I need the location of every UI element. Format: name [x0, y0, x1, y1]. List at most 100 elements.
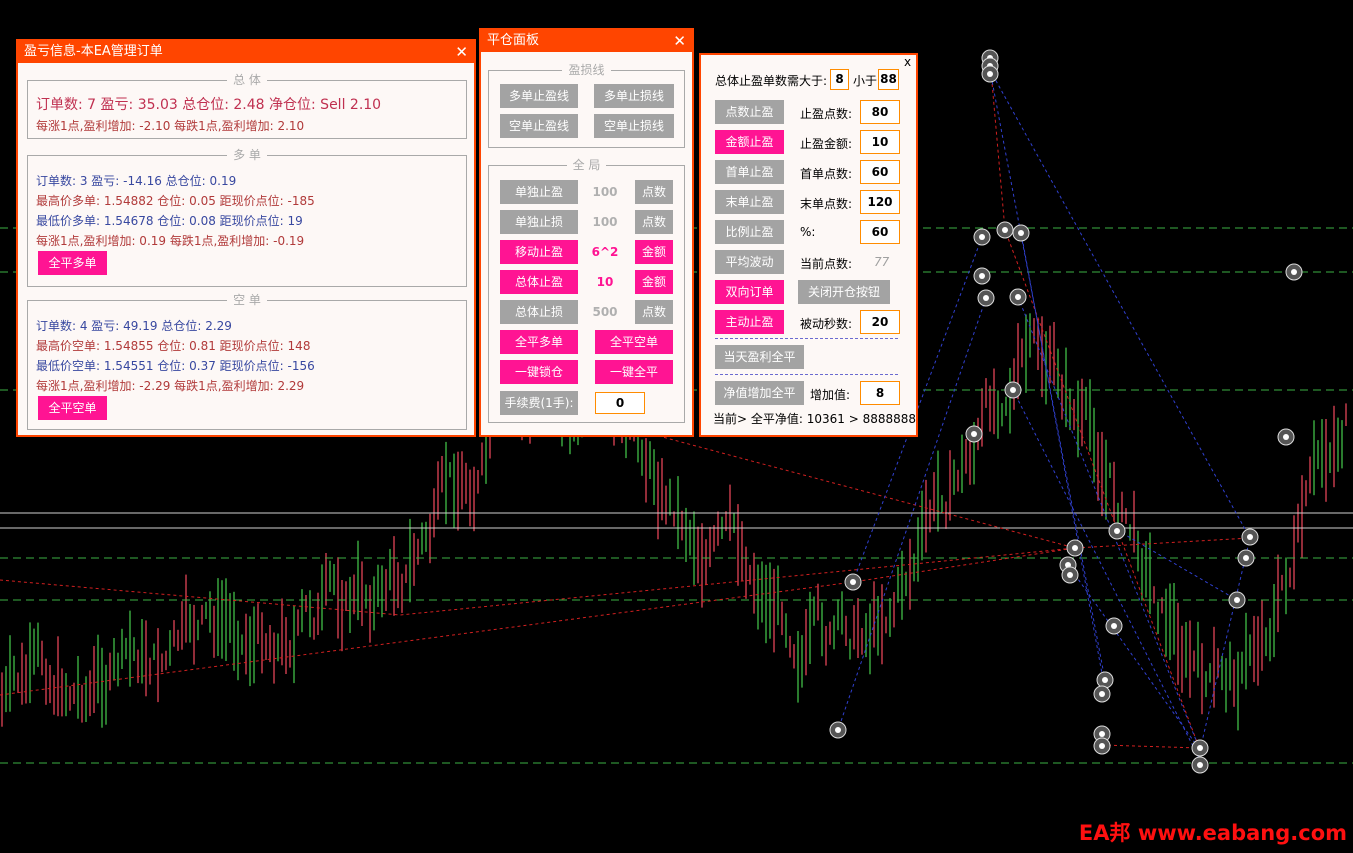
tp-sl-lines-legend: 盈损线	[562, 63, 611, 77]
tp-points-input[interactable]: 80	[860, 100, 900, 124]
first-order-points-input[interactable]: 60	[860, 160, 900, 184]
trailing-tp-value: 6^2	[591, 245, 619, 259]
active-tp-button[interactable]: 主动止盈	[715, 310, 784, 334]
commission-label: 手续费(1手):	[500, 391, 578, 415]
last-order-tp-button[interactable]: 末单止盈	[715, 190, 784, 214]
points-tp-button[interactable]: 点数止盈	[715, 100, 784, 124]
order-marker-dot	[1243, 555, 1249, 561]
order-marker-dot	[1002, 227, 1008, 233]
buy-group-legend: 多 单	[227, 148, 267, 162]
order-marker-dot	[1018, 230, 1024, 236]
buy-sl-line-button[interactable]: 多单止损线	[594, 84, 674, 108]
close-all-sell-button[interactable]: 全平空单	[595, 330, 673, 354]
close-all-sell-button[interactable]: 全平空单	[38, 396, 107, 420]
disable-open-buttons-button[interactable]: 关闭开仓按钮	[798, 280, 890, 304]
sell-lowest: 最低价空单: 1.54551 仓位: 0.37 距现价点位: -156	[36, 359, 315, 373]
current-points-value: 77	[874, 255, 890, 269]
total-sensitivity: 每涨1点,盈利增加: -2.10 每跌1点,盈利增加: 2.10	[36, 119, 305, 133]
order-marker-dot	[983, 295, 989, 301]
order-marker-dot	[1114, 528, 1120, 534]
total-sl-button[interactable]: 总体止损	[500, 300, 578, 324]
sell-sl-line-button[interactable]: 空单止损线	[594, 114, 674, 138]
order-marker-dot	[1111, 623, 1117, 629]
tp-sl-lines-group: 盈损线 多单止盈线 多单止损线 空单止盈线 空单止损线	[488, 63, 685, 148]
tp-points-label: 止盈点数:	[800, 107, 853, 121]
order-marker-dot	[1197, 745, 1203, 751]
one-click-close-all-button[interactable]: 一键全平	[595, 360, 673, 384]
commission-input[interactable]: 0	[595, 392, 645, 414]
buy-tp-line-button[interactable]: 多单止盈线	[500, 84, 578, 108]
total-group: 总 体 订单数: 7 盈亏: 35.03 总仓位: 2.48 净仓位: Sell…	[27, 73, 467, 139]
single-tp-unit-button[interactable]: 点数	[635, 180, 673, 204]
passive-seconds-input[interactable]: 20	[860, 310, 900, 334]
last-order-points-input[interactable]: 120	[860, 190, 900, 214]
sell-summary: 订单数: 4 盈亏: 49.19 总仓位: 2.29	[36, 319, 232, 333]
global-group: 全 局 单独止盈 100 点数 单独止损 100 点数 移动止盈 6^2 金额 …	[488, 158, 685, 423]
min-orders-input[interactable]: 8	[830, 69, 849, 90]
buy-sensitivity: 每涨1点,盈利增加: 0.19 每跌1点,盈利增加: -0.19	[36, 234, 305, 248]
sell-tp-line-button[interactable]: 空单止盈线	[500, 114, 578, 138]
equity-increase-close-all-button[interactable]: 净值增加全平	[715, 381, 804, 405]
sell-group-legend: 空 单	[227, 293, 267, 307]
single-tp-value: 100	[592, 185, 618, 199]
order-marker-dot	[1102, 677, 1108, 683]
sell-group: 空 单 订单数: 4 盈亏: 49.19 总仓位: 2.29 最高价空单: 1.…	[27, 293, 467, 430]
order-marker-dot	[1283, 434, 1289, 440]
divider	[715, 374, 898, 375]
close-icon[interactable]: x	[904, 55, 911, 69]
sell-sensitivity: 每涨1点,盈利增加: -2.29 每跌1点,盈利增加: 2.29	[36, 379, 305, 393]
tp-settings-panel: x 总体止盈单数需大于: 8 小于 88 点数止盈 止盈点数: 80 金额止盈 …	[699, 53, 918, 437]
first-order-tp-button[interactable]: 首单止盈	[715, 160, 784, 184]
max-orders-label: 小于	[853, 74, 878, 88]
amount-tp-button[interactable]: 金额止盈	[715, 130, 784, 154]
close-all-buy-button[interactable]: 全平多单	[500, 330, 578, 354]
order-marker-dot	[1099, 731, 1105, 737]
total-sl-unit-button[interactable]: 点数	[635, 300, 673, 324]
daily-profit-close-all-button[interactable]: 当天盈利全平	[715, 345, 804, 369]
ratio-tp-button[interactable]: 比例止盈	[715, 220, 784, 244]
bidirectional-orders-button[interactable]: 双向订单	[715, 280, 784, 304]
order-marker-dot	[850, 579, 856, 585]
total-tp-button[interactable]: 总体止盈	[500, 270, 578, 294]
one-click-lock-button[interactable]: 一键锁仓	[500, 360, 578, 384]
close-icon[interactable]: ✕	[673, 30, 686, 52]
pnl-info-panel: 盈亏信息-本EA管理订单 ✕ 总 体 订单数: 7 盈亏: 35.03 总仓位:…	[16, 39, 476, 437]
increase-value-input[interactable]: 8	[860, 381, 900, 405]
tp-amount-label: 止盈金额:	[800, 137, 853, 151]
trailing-tp-button[interactable]: 移动止盈	[500, 240, 578, 264]
min-orders-label: 总体止盈单数需大于:	[715, 74, 828, 88]
order-marker-dot	[1197, 762, 1203, 768]
global-group-legend: 全 局	[566, 158, 607, 172]
close-all-buy-button[interactable]: 全平多单	[38, 251, 107, 275]
divider	[715, 338, 898, 339]
total-tp-unit-button[interactable]: 金额	[635, 270, 673, 294]
order-marker-dot	[1291, 269, 1297, 275]
watermark: EA邦 www.eabang.com	[1078, 821, 1347, 845]
order-marker-dot	[1010, 387, 1016, 393]
close-panel: 平仓面板 ✕ 盈损线 多单止盈线 多单止损线 空单止盈线 空单止损线 全 局 单…	[479, 28, 694, 437]
total-sl-value: 500	[592, 305, 618, 319]
total-group-legend: 总 体	[227, 73, 267, 87]
buy-group: 多 单 订单数: 3 盈亏: -14.16 总仓位: 0.19 最高价多单: 1…	[27, 148, 467, 287]
single-tp-button[interactable]: 单独止盈	[500, 180, 578, 204]
single-sl-button[interactable]: 单独止损	[500, 210, 578, 234]
ratio-percent-input[interactable]: 60	[860, 220, 900, 244]
increase-value-label: 增加值:	[810, 388, 851, 402]
order-marker-dot	[1099, 743, 1105, 749]
max-orders-input[interactable]: 88	[878, 69, 899, 90]
tp-amount-input[interactable]: 10	[860, 130, 900, 154]
order-marker-dot	[1234, 597, 1240, 603]
total-tp-value: 10	[596, 275, 614, 289]
order-marker-dot	[1072, 545, 1078, 551]
close-icon[interactable]: ✕	[455, 41, 468, 63]
order-marker-dot	[1015, 294, 1021, 300]
trailing-tp-unit-button[interactable]: 金额	[635, 240, 673, 264]
ratio-percent-label: %:	[800, 225, 816, 239]
average-volatility-button[interactable]: 平均波动	[715, 250, 784, 274]
first-order-points-label: 首单点数:	[800, 167, 853, 181]
single-sl-unit-button[interactable]: 点数	[635, 210, 673, 234]
order-marker-dot	[971, 431, 977, 437]
order-marker-dot	[979, 273, 985, 279]
buy-summary: 订单数: 3 盈亏: -14.16 总仓位: 0.19	[36, 174, 237, 188]
buy-lowest: 最低价多单: 1.54678 仓位: 0.08 距现价点位: 19	[36, 214, 303, 228]
